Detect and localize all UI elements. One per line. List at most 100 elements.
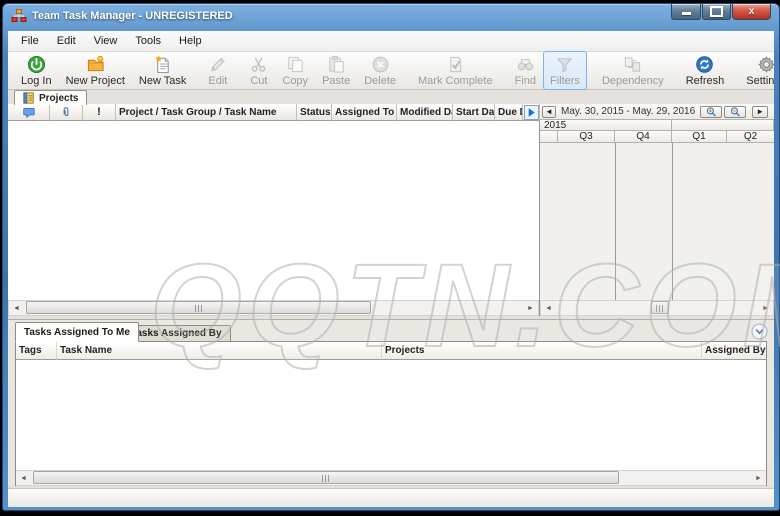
- new-task-page-icon: [153, 55, 172, 74]
- scroll-right-arrow-icon[interactable]: ►: [758, 301, 773, 315]
- task-grid-body[interactable]: [8, 121, 539, 300]
- column-header-start-date[interactable]: Start Date: [453, 104, 495, 121]
- gantt-chart-body[interactable]: [540, 143, 774, 300]
- column-header-comment[interactable]: [8, 104, 50, 121]
- gantt-year-cell: [672, 120, 774, 131]
- expand-columns-button[interactable]: [523, 104, 540, 121]
- projects-tab-strip: Projects: [8, 90, 774, 105]
- tab-label: Tasks Assigned To Me: [24, 327, 130, 338]
- minimize-button[interactable]: [671, 4, 701, 20]
- gantt-zoom-in-button[interactable]: [700, 106, 722, 118]
- scrollbar-thumb[interactable]: [26, 301, 371, 314]
- mark-complete-button[interactable]: Mark Complete: [411, 51, 500, 90]
- column-header-assigned-to[interactable]: Assigned To: [332, 104, 397, 121]
- gantt-quarter-cell: Q1: [672, 131, 727, 143]
- gantt-year-row: 2015: [540, 120, 774, 131]
- assigned-tasks-grid: Tags Task Name Projects Assigned By ◄ ►: [15, 341, 767, 486]
- scroll-left-arrow-icon[interactable]: ◄: [16, 471, 31, 485]
- projects-list-icon: [23, 92, 35, 104]
- assigned-tasks-body[interactable]: [16, 360, 766, 470]
- settings-button[interactable]: Settings: [739, 51, 774, 90]
- scrollbar-track[interactable]: [556, 301, 758, 315]
- menu-help[interactable]: Help: [170, 33, 211, 49]
- column-header-modified-date[interactable]: Modified Date: [397, 104, 453, 121]
- copy-pages-icon: [286, 55, 305, 74]
- close-button[interactable]: x: [732, 4, 771, 20]
- app-icon: [11, 8, 27, 24]
- gantt-next-button[interactable]: ►: [752, 106, 768, 118]
- refresh-button[interactable]: Refresh: [679, 51, 732, 90]
- tab-projects[interactable]: Projects: [14, 90, 87, 105]
- column-header-status[interactable]: Status: [297, 104, 332, 121]
- gantt-quarter-cell: Q3: [558, 131, 615, 143]
- menu-tools[interactable]: Tools: [126, 33, 170, 49]
- tab-label: Projects: [39, 93, 78, 104]
- collapse-panel-button[interactable]: [751, 323, 768, 340]
- filters-button[interactable]: Filters: [543, 51, 587, 90]
- maximize-button[interactable]: [702, 4, 731, 20]
- delete-circle-icon: [371, 55, 390, 74]
- column-header-attachment[interactable]: [50, 104, 83, 121]
- scroll-right-arrow-icon[interactable]: ►: [751, 471, 766, 485]
- main-area: ! Project / Task Group / Task Name Statu…: [8, 104, 774, 316]
- cut-scissors-icon: [249, 55, 268, 74]
- dependency-pages-icon: [623, 55, 642, 74]
- menu-file[interactable]: File: [12, 33, 48, 49]
- gantt-hscrollbar[interactable]: ◄ ►: [540, 300, 774, 316]
- gantt-prev-button[interactable]: ◄: [542, 106, 556, 118]
- blue-arrow-right-icon: [524, 105, 539, 120]
- login-button[interactable]: Log In: [14, 51, 59, 90]
- column-header-priority[interactable]: !: [83, 104, 116, 121]
- scrollbar-thumb[interactable]: [651, 301, 669, 314]
- tab-label: Tasks Assigned By: [131, 328, 222, 339]
- column-header-assigned-by[interactable]: Assigned By: [702, 342, 766, 360]
- column-header-projects[interactable]: Projects: [382, 342, 702, 360]
- copy-button[interactable]: Copy: [275, 51, 315, 90]
- task-grid-hscrollbar[interactable]: ◄ ►: [8, 300, 539, 316]
- button-label: Filters: [550, 75, 580, 87]
- paperclip-icon: [60, 105, 72, 119]
- new-task-button[interactable]: New Task: [132, 51, 193, 90]
- gantt-quarter-cell: [540, 131, 558, 143]
- dependency-button[interactable]: Dependency: [595, 51, 671, 90]
- bottom-hscrollbar[interactable]: ◄ ►: [16, 470, 766, 486]
- menu-edit[interactable]: Edit: [48, 33, 85, 49]
- paste-button[interactable]: Paste: [315, 51, 357, 90]
- find-binoculars-icon: [516, 55, 535, 74]
- scroll-left-arrow-icon[interactable]: ◄: [541, 301, 556, 315]
- scrollbar-thumb[interactable]: [33, 471, 619, 484]
- title-bar[interactable]: Team Task Manager - UNREGISTERED x: [3, 4, 779, 28]
- gantt-year-cell: 2015: [540, 120, 672, 131]
- new-project-button[interactable]: New Project: [59, 51, 132, 90]
- column-header-due-date[interactable]: Due Date: [495, 104, 523, 121]
- menu-view[interactable]: View: [85, 33, 127, 49]
- delete-button[interactable]: Delete: [357, 51, 403, 90]
- refresh-arrows-icon: [695, 55, 714, 74]
- edit-button[interactable]: Edit: [201, 51, 234, 90]
- column-header-task-name[interactable]: Task Name: [57, 342, 382, 360]
- cut-button[interactable]: Cut: [242, 51, 275, 90]
- gantt-quarter-cell: Q2: [727, 131, 774, 143]
- button-label: Copy: [282, 75, 308, 87]
- column-header-name[interactable]: Project / Task Group / Task Name: [116, 104, 297, 121]
- mark-complete-check-icon: [446, 55, 465, 74]
- status-bar: [8, 488, 774, 507]
- find-button[interactable]: Find: [508, 51, 543, 90]
- zoom-in-magnifier-icon: [705, 106, 718, 118]
- scrollbar-track[interactable]: [24, 301, 523, 315]
- scroll-right-arrow-icon[interactable]: ►: [523, 301, 538, 315]
- scrollbar-track[interactable]: [31, 471, 751, 485]
- button-label: Log In: [21, 75, 52, 87]
- column-header-tags[interactable]: Tags: [16, 342, 57, 360]
- button-label: Mark Complete: [418, 75, 493, 87]
- menu-bar: File Edit View Tools Help: [8, 31, 774, 52]
- scroll-left-arrow-icon[interactable]: ◄: [9, 301, 24, 315]
- filters-funnel-icon: [555, 55, 574, 74]
- new-project-folder-icon: [86, 55, 105, 74]
- button-label: New Project: [66, 75, 125, 87]
- tab-tasks-assigned-to-me[interactable]: Tasks Assigned To Me: [15, 322, 139, 342]
- button-label: Settings: [746, 75, 774, 87]
- gantt-zoom-out-button[interactable]: [724, 106, 746, 118]
- button-label: Dependency: [602, 75, 664, 87]
- gantt-gridline: [615, 143, 616, 300]
